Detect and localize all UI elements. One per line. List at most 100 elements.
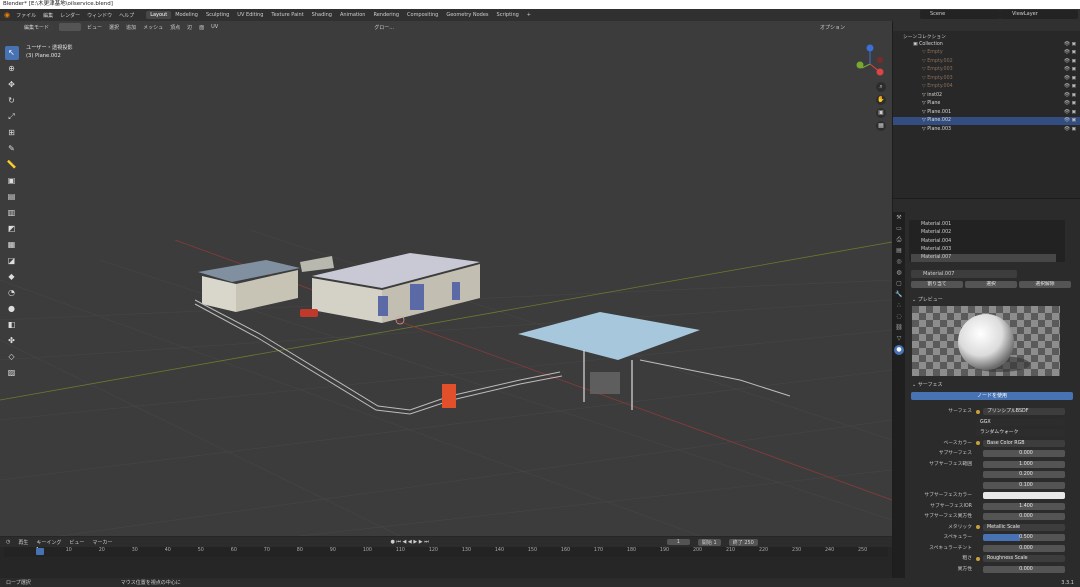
material-slot[interactable]: Material.007 <box>911 254 1056 263</box>
outliner-row[interactable]: ▽ Empty.003 👁 ▣ <box>893 75 1080 83</box>
data-tab-icon[interactable]: ▽ <box>894 334 904 344</box>
viewport-options[interactable]: オプション <box>820 24 845 31</box>
particles-tab-icon[interactable]: ∴ <box>894 301 904 311</box>
pan-icon[interactable]: ✋ <box>876 95 886 105</box>
view-layer-selector[interactable]: ViewLayer <box>1000 10 1078 19</box>
navigation-gizmo[interactable] <box>850 44 890 84</box>
spin-tool-icon[interactable]: ◔ <box>5 286 19 300</box>
select-mode-buttons[interactable] <box>59 23 82 31</box>
field-value[interactable]: ランダムウォーク <box>976 429 1065 436</box>
shrink-tool-icon[interactable]: ✤ <box>5 334 19 348</box>
visibility-icon[interactable]: 👁 ▣ <box>1064 109 1076 117</box>
material-button[interactable]: 選択 <box>965 281 1017 288</box>
current-frame-field[interactable]: 1 <box>666 539 690 545</box>
timeline-editor-icon[interactable]: ◷ <box>6 539 10 545</box>
rip-tool-icon[interactable]: ▨ <box>5 366 19 380</box>
field-value[interactable]: 1.400 <box>983 502 1065 510</box>
transform-tool-icon[interactable]: ⊞ <box>5 126 19 140</box>
playback-controls[interactable]: ● ⏮ ◀ ◀ ▶ ▶ ⏭ <box>390 539 428 545</box>
field-value[interactable]: 0.500 <box>983 534 1065 541</box>
add-cube-tool-icon[interactable]: ▣ <box>5 174 19 188</box>
visibility-icon[interactable]: 👁 ▣ <box>1064 49 1076 57</box>
output-tab-icon[interactable]: ⎙ <box>894 235 904 245</box>
use-nodes-button[interactable]: ノードを使用 <box>911 392 1073 400</box>
surface-section-header[interactable]: ⌄ サーフェス <box>912 381 942 388</box>
shear-tool-icon[interactable]: ◇ <box>5 350 19 364</box>
viewport-menu-item[interactable]: 面 <box>199 24 204 31</box>
annotate-tool-icon[interactable]: ✎ <box>5 142 19 156</box>
physics-tab-icon[interactable]: ◌ <box>894 312 904 322</box>
workspace-tab[interactable]: Sculpting <box>202 11 233 19</box>
knife-tool-icon[interactable]: ◪ <box>5 254 19 268</box>
menu-item[interactable]: ヘルプ <box>119 12 134 19</box>
smooth-tool-icon[interactable]: ● <box>5 302 19 316</box>
material-slot[interactable]: Material.002 <box>911 229 1056 237</box>
material-tab-icon[interactable]: ● <box>894 345 904 355</box>
outliner-row[interactable]: ▽ Plane.003 👁 ▣ <box>893 126 1080 134</box>
visibility-icon[interactable]: 👁 ▣ <box>1064 117 1076 125</box>
workspace-tab[interactable]: Rendering <box>369 11 403 19</box>
workspace-tab[interactable]: Modeling <box>171 11 202 19</box>
material-slot[interactable]: Material.004 <box>911 238 1056 246</box>
viewport-menu-item[interactable]: 辺 <box>187 24 192 31</box>
material-slot[interactable]: Material.001 <box>911 221 1056 229</box>
visibility-icon[interactable]: 👁 ▣ <box>1064 126 1076 134</box>
view-layer-tab-icon[interactable]: ▤ <box>894 246 904 256</box>
field-value[interactable]: GGX <box>976 418 1065 426</box>
field-value[interactable]: 1.000 <box>983 460 1065 468</box>
zoom-icon[interactable]: ⌕ <box>876 82 886 92</box>
workspace-tab[interactable]: Layout <box>146 11 172 19</box>
workspace-tab[interactable]: Scripting <box>493 11 523 19</box>
workspace-tab[interactable]: Compositing <box>403 11 442 19</box>
outliner-row[interactable]: ▽ Plane.002 👁 ▣ <box>893 117 1080 126</box>
material-button[interactable]: 割り当て <box>911 281 963 288</box>
field-value[interactable]: Metallic Scale <box>983 523 1065 531</box>
visibility-icon[interactable]: 👁 ▣ <box>1064 92 1076 100</box>
field-value[interactable]: プリンシプルBSDF <box>983 408 1065 415</box>
viewport-menu-item[interactable]: UV <box>211 24 218 31</box>
cursor-tool-icon[interactable]: ⊕ <box>5 62 19 76</box>
modifier-tab-icon[interactable]: 🔧 <box>894 290 904 300</box>
preview-section-header[interactable]: ⌄ プレビュー <box>912 296 943 303</box>
3d-viewport[interactable] <box>0 21 892 536</box>
scene-selector[interactable]: Scene <box>920 10 1000 19</box>
outliner-row[interactable]: ▽ Empty.003 👁 ▣ <box>893 66 1080 74</box>
outliner-row[interactable]: ▣ Collection 👁 ▣ <box>893 41 1080 49</box>
menu-item[interactable]: 編集 <box>43 12 53 19</box>
workspace-tab[interactable]: Shading <box>308 11 336 19</box>
viewport-menu-item[interactable]: メッシュ <box>143 24 163 31</box>
tool-tab-icon[interactable]: ⚒ <box>894 213 904 223</box>
rotate-tool-icon[interactable]: ↻ <box>5 94 19 108</box>
menu-item[interactable]: ウィンドウ <box>87 12 112 19</box>
workspace-tab[interactable]: Texture Paint <box>267 11 307 19</box>
blender-logo-icon[interactable]: ◉ <box>0 11 10 19</box>
timeline-menu-item[interactable]: マーカー <box>92 539 112 546</box>
field-value[interactable]: 0.200 <box>983 471 1065 478</box>
workspace-tab[interactable]: + <box>523 11 535 19</box>
active-material-field[interactable]: Material.007 <box>911 270 1017 278</box>
edge-slide-tool-icon[interactable]: ◧ <box>5 318 19 332</box>
visibility-icon[interactable]: 👁 ▣ <box>1064 100 1076 108</box>
field-value[interactable]: 0.000 <box>983 450 1065 457</box>
timeline-ruler[interactable]: 1102030405060708090100110120130140150160… <box>4 547 888 557</box>
extrude-tool-icon[interactable]: ▤ <box>5 190 19 204</box>
menu-item[interactable]: ファイル <box>16 12 36 19</box>
object-tab-icon[interactable]: ▢ <box>894 279 904 289</box>
outliner-row[interactable]: ▽ Empty 👁 ▣ <box>893 49 1080 57</box>
field-value[interactable]: 0.000 <box>983 513 1065 520</box>
end-frame-field[interactable]: 終了 250 <box>728 538 758 546</box>
workspace-tab[interactable]: UV Editing <box>233 11 267 19</box>
workspace-tab[interactable]: Animation <box>336 11 370 19</box>
mode-selector[interactable]: 編集モード <box>20 22 54 32</box>
start-frame-field[interactable]: 開始 1 <box>697 538 721 546</box>
viewport-menu-item[interactable]: 頂点 <box>170 24 180 31</box>
inset-tool-icon[interactable]: ▥ <box>5 206 19 220</box>
constraints-tab-icon[interactable]: ⛓ <box>894 323 904 333</box>
measure-tool-icon[interactable]: 📏 <box>5 158 19 172</box>
playhead[interactable] <box>36 548 44 555</box>
loopcut-tool-icon[interactable]: ▦ <box>5 238 19 252</box>
polybuild-tool-icon[interactable]: ◆ <box>5 270 19 284</box>
grid-icon[interactable]: ▦ <box>876 121 886 131</box>
scene-tab-icon[interactable]: ◎ <box>894 257 904 267</box>
outliner-row[interactable]: ▽ Empty.002 👁 ▣ <box>893 58 1080 66</box>
